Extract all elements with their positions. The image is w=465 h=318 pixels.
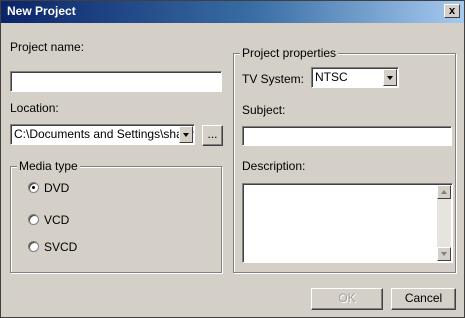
- description-label: Description:: [242, 159, 306, 173]
- cancel-button[interactable]: Cancel: [391, 288, 456, 310]
- close-icon: x: [448, 5, 456, 17]
- window-title: New Project: [7, 4, 76, 18]
- subject-label: Subject:: [242, 103, 286, 117]
- description-textarea[interactable]: [242, 183, 453, 263]
- scroll-down-arrow-icon[interactable]: [437, 247, 451, 261]
- ok-button[interactable]: OK: [311, 288, 383, 310]
- radio-circle: [28, 214, 39, 225]
- project-name-label: Project name:: [10, 40, 85, 54]
- project-name-input[interactable]: [10, 71, 222, 92]
- media-type-legend: Media type: [17, 159, 80, 173]
- subject-input[interactable]: [242, 126, 452, 146]
- close-button[interactable]: x: [444, 4, 460, 18]
- cancel-label: Cancel: [404, 291, 443, 305]
- radio-dvd-label: DVD: [44, 181, 70, 195]
- new-project-dialog: New Project x Project name: Location: C:…: [0, 0, 465, 318]
- title-bar[interactable]: New Project x: [1, 1, 464, 23]
- tv-system-label: TV System:: [242, 72, 305, 86]
- radio-vcd-label: VCD: [44, 213, 70, 227]
- chevron-down-icon[interactable]: [179, 126, 193, 143]
- location-combo[interactable]: C:\Documents and Settings\sharm: [10, 124, 195, 145]
- radio-svcd-label: SVCD: [44, 240, 78, 254]
- ok-label: OK: [338, 291, 356, 305]
- browse-label: ...: [207, 127, 218, 141]
- radio-selected-dot: [32, 186, 35, 189]
- location-label: Location:: [10, 101, 59, 115]
- project-properties-legend: Project properties: [240, 46, 339, 60]
- location-value: C:\Documents and Settings\sharm: [14, 127, 195, 141]
- description-scrollbar[interactable]: [437, 185, 451, 261]
- media-type-group: Media type: [10, 159, 222, 273]
- tv-system-select[interactable]: NTSC: [311, 67, 399, 88]
- chevron-down-icon[interactable]: [383, 69, 397, 86]
- browse-button[interactable]: ...: [202, 125, 223, 146]
- radio-circle: [28, 241, 39, 252]
- scroll-up-arrow-icon[interactable]: [437, 185, 451, 199]
- tv-system-value: NTSC: [315, 70, 348, 84]
- radio-circle: [28, 182, 39, 193]
